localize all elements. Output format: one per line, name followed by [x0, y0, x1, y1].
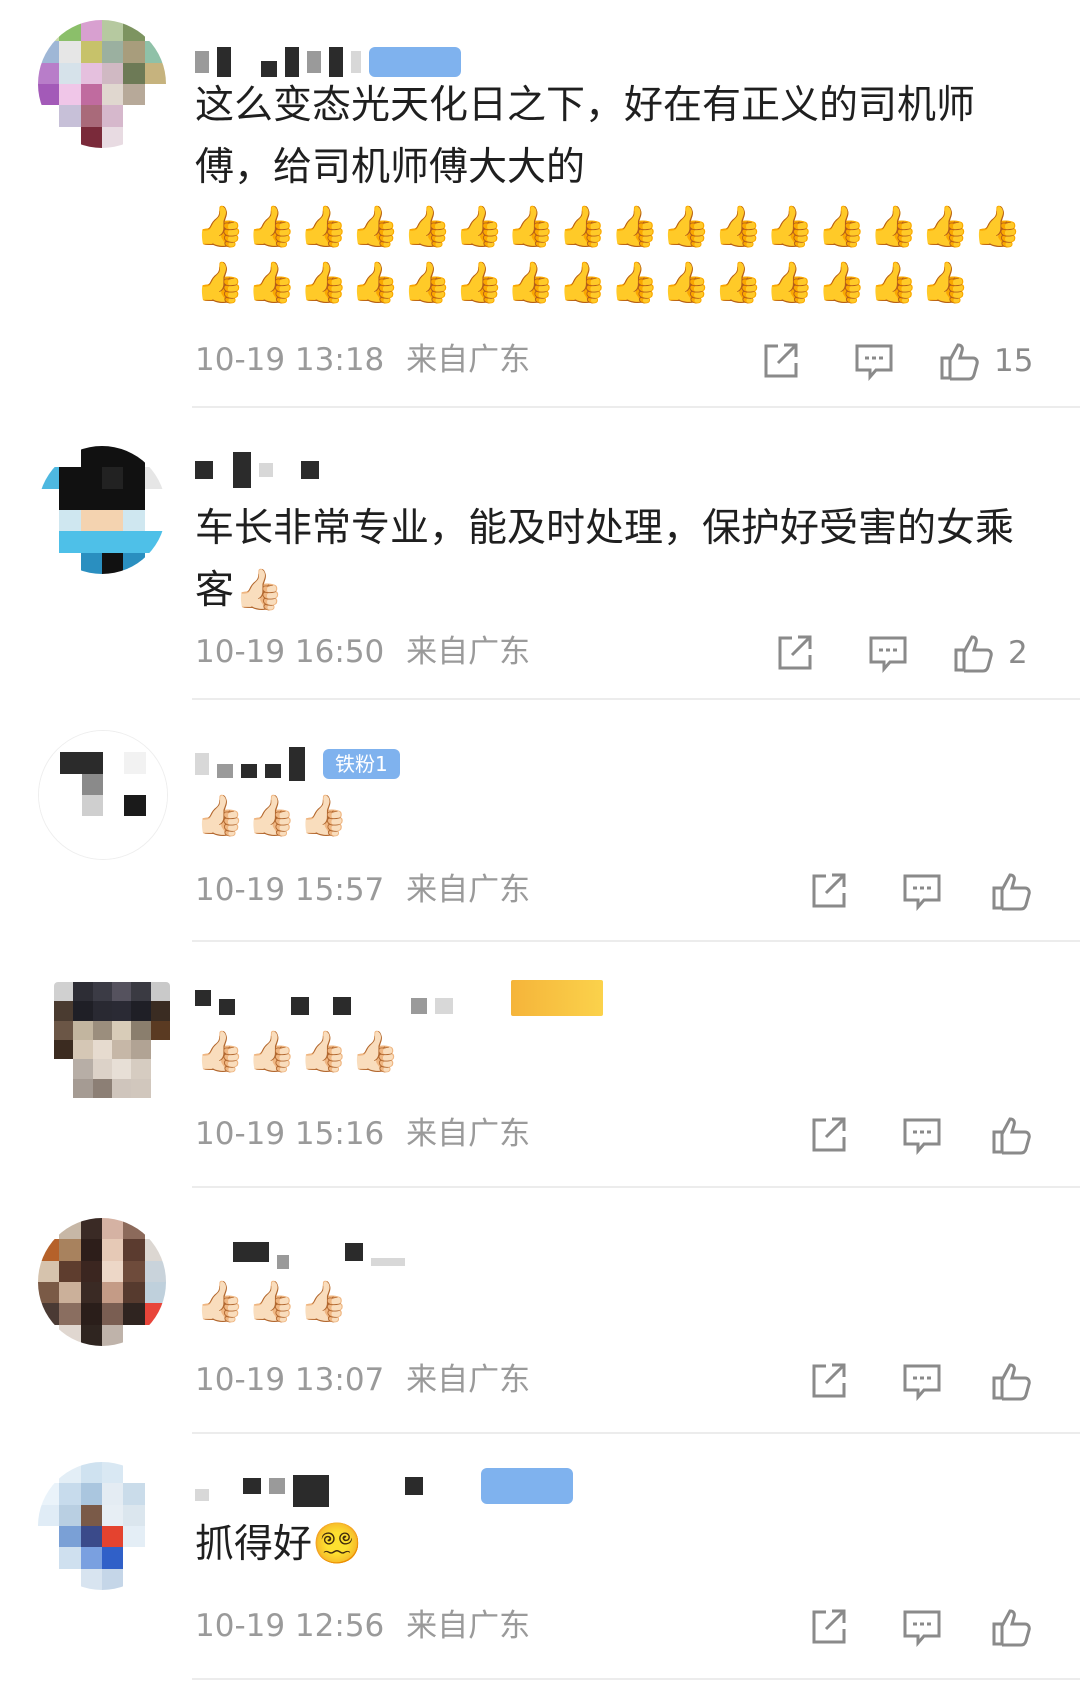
comment-location: 来自广东	[406, 342, 531, 378]
comment-actions	[806, 1602, 1046, 1652]
like-button[interactable]: 15	[938, 339, 1033, 383]
username[interactable]	[195, 1230, 405, 1274]
comment-time: 10-19 16:50	[195, 634, 385, 670]
comment-time: 10-19 13:07	[195, 1362, 385, 1398]
comment-meta: 10-19 13:07 来自广东	[195, 1358, 530, 1402]
username[interactable]	[195, 448, 319, 492]
comment-location: 来自广东	[406, 1608, 531, 1644]
avatar[interactable]	[38, 446, 166, 574]
comment-actions: 15	[758, 336, 1033, 386]
share-icon	[812, 873, 846, 908]
share-button[interactable]	[806, 1605, 850, 1649]
comment-meta: 10-19 15:16 来自广东	[195, 1112, 530, 1156]
avatar[interactable]	[38, 730, 168, 860]
comment-actions: 2	[772, 628, 1028, 678]
comment-icon	[903, 1610, 941, 1648]
comment-text: 车长非常专业，能及时处理，保护好受害的女乘客👍🏻	[195, 498, 1045, 622]
comment-text: 👍🏻👍🏻👍🏻	[195, 786, 1045, 848]
comment-location: 来自广东	[406, 634, 531, 670]
comment-text: 这么变态光天化日之下，好在有正义的司机师傅，给司机师傅大大的👍👍👍👍👍👍👍👍👍👍…	[195, 75, 1045, 315]
comment-location: 来自广东	[406, 1116, 531, 1152]
share-button[interactable]	[806, 869, 850, 913]
reply-button[interactable]	[900, 1605, 944, 1649]
comment-text: 👍🏻👍🏻👍🏻	[195, 1272, 1045, 1334]
comment-item: 铁粉1 👍🏻👍🏻👍🏻 10-19 15:57 来自广东	[0, 700, 1080, 942]
comment-item: 这么变态光天化日之下，好在有正义的司机师傅，给司机师傅大大的👍👍👍👍👍👍👍👍👍👍…	[0, 0, 1080, 408]
share-icon	[812, 1609, 846, 1644]
reply-button[interactable]	[900, 1113, 944, 1157]
share-button[interactable]	[772, 631, 816, 675]
like-button[interactable]	[990, 1113, 1046, 1157]
like-count: 15	[994, 343, 1034, 379]
like-count: 2	[1008, 635, 1028, 671]
dizzy-face-emoji: 😵‍💫	[312, 1521, 364, 1567]
thumbs-up-emoji: 👍🏻	[234, 567, 286, 613]
comment-time: 10-19 15:57	[195, 872, 385, 908]
avatar[interactable]	[38, 1218, 166, 1346]
thumbs-up-icon	[992, 1609, 1031, 1647]
comment-icon	[869, 636, 907, 674]
user-badge	[511, 980, 603, 1016]
like-button[interactable]	[990, 1605, 1046, 1649]
comment-time: 10-19 13:18	[195, 342, 385, 378]
reply-button[interactable]	[900, 869, 944, 913]
comment-icon	[903, 874, 941, 912]
avatar[interactable]	[54, 982, 170, 1098]
thumbs-up-emojis: 👍🏻👍🏻👍🏻	[195, 793, 351, 839]
reply-button[interactable]	[866, 631, 910, 675]
share-button[interactable]	[806, 1113, 850, 1157]
username[interactable]: 铁粉1	[195, 742, 400, 786]
username[interactable]	[195, 1464, 573, 1508]
share-button[interactable]	[806, 1359, 850, 1403]
username[interactable]	[195, 976, 603, 1020]
comment-item: 抓得好😵‍💫 10-19 12:56 来自广东	[0, 1434, 1080, 1691]
comment-text: 抓得好😵‍💫	[195, 1514, 1045, 1576]
comment-meta: 10-19 12:56 来自广东	[195, 1604, 530, 1648]
like-button[interactable]: 2	[952, 631, 1028, 675]
thumbs-up-icon	[940, 343, 979, 381]
thumbs-up-icon	[992, 1117, 1031, 1155]
reply-button[interactable]	[852, 339, 896, 383]
comment-item: 👍🏻👍🏻👍🏻 10-19 13:07 来自广东	[0, 1188, 1080, 1434]
comment-location: 来自广东	[406, 1362, 531, 1398]
comment-time: 10-19 15:16	[195, 1116, 385, 1152]
avatar[interactable]	[38, 1462, 166, 1590]
comment-meta: 10-19 16:50 来自广东	[195, 630, 530, 674]
divider	[192, 1678, 1080, 1680]
comment-icon	[903, 1364, 941, 1402]
comment-item: 车长非常专业，能及时处理，保护好受害的女乘客👍🏻 10-19 16:50 来自广…	[0, 408, 1080, 700]
share-icon	[812, 1117, 846, 1152]
share-button[interactable]	[758, 339, 802, 383]
comment-actions	[806, 866, 1046, 916]
thumbs-up-emojis: 👍🏻👍🏻👍🏻	[195, 1279, 351, 1325]
avatar[interactable]	[38, 20, 166, 148]
like-button[interactable]	[990, 869, 1046, 913]
comment-time: 10-19 12:56	[195, 1608, 385, 1644]
like-button[interactable]	[990, 1359, 1046, 1403]
comment-icon	[855, 344, 893, 382]
thumbs-up-icon	[992, 873, 1031, 911]
thumbs-up-icon	[954, 635, 993, 673]
comment-actions	[806, 1356, 1046, 1406]
share-icon	[778, 635, 812, 670]
share-icon	[764, 343, 798, 378]
comment-item: 👍🏻👍🏻👍🏻👍🏻 10-19 15:16 来自广东	[0, 942, 1080, 1188]
comment-actions	[806, 1110, 1046, 1160]
user-badge	[481, 1468, 573, 1504]
thumbs-up-emojis: 👍👍👍👍👍👍👍👍👍👍👍👍👍👍👍👍👍👍👍👍👍👍👍👍👍👍👍👍👍👍👍	[195, 204, 1024, 306]
comment-text: 👍🏻👍🏻👍🏻👍🏻	[195, 1022, 1045, 1084]
fan-badge: 铁粉1	[323, 749, 400, 779]
thumbs-up-emojis: 👍🏻👍🏻👍🏻👍🏻	[195, 1029, 403, 1075]
reply-button[interactable]	[900, 1359, 944, 1403]
comment-location: 来自广东	[406, 872, 531, 908]
comment-meta: 10-19 15:57 来自广东	[195, 868, 530, 912]
thumbs-up-icon	[992, 1363, 1031, 1401]
comment-meta: 10-19 13:18 来自广东	[195, 338, 530, 382]
user-badge	[369, 47, 461, 77]
comment-icon	[903, 1118, 941, 1156]
share-icon	[812, 1363, 846, 1398]
